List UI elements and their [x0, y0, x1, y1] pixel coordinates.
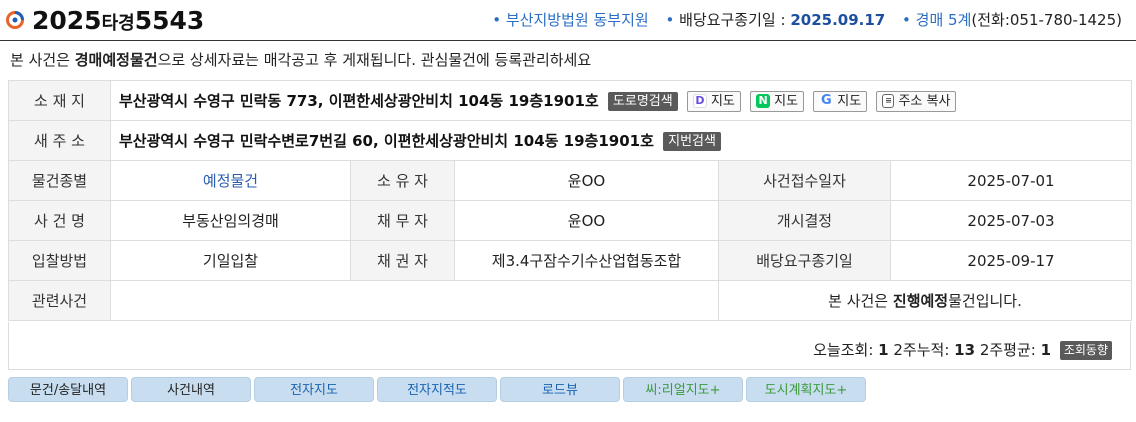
- header-info: • 부산지방법원 동부지원 • 배당요구종기일 : 2025.09.17 • 경…: [492, 11, 1122, 29]
- cell-value: 2025-07-03: [889, 200, 1133, 241]
- status-text: 본 사건은 진행예정물건입니다.: [717, 280, 1133, 321]
- bottom-tabs: 문건/송달내역 사건내역 전자지도 전자지적도 로드뷰 씨:리얼지도+ 도시계획…: [8, 377, 866, 402]
- address-row: 소 재 지 부산광역시 수영구 민락동 773, 이편한세상광안비치 104동 …: [8, 80, 1133, 121]
- copy-address-button[interactable]: ≡ 주소 복사: [876, 90, 957, 112]
- cell-value: 2025-07-01: [889, 160, 1133, 201]
- naver-map-button[interactable]: N 지도: [750, 90, 805, 112]
- cell-label: 배당요구종기일: [718, 240, 891, 281]
- table-row: 사 건 명 부동산임의경매 채 무 자 윤OO 개시결정 2025-07-03: [8, 200, 1133, 241]
- notice: 본 사건은 경매예정물건으로 상세자료는 매각공고 후 게재됩니다. 관심물건에…: [10, 51, 592, 69]
- cell-label: 입찰방법: [8, 240, 111, 281]
- phone: (전화:051-780-1425): [971, 11, 1122, 29]
- cell-value: 기일입찰: [110, 240, 351, 281]
- tab-road-view[interactable]: 로드뷰: [500, 377, 620, 402]
- naver-icon: N: [756, 94, 771, 108]
- cell-value: 윤OO: [454, 200, 719, 241]
- related-value: [110, 280, 719, 321]
- address-value: 부산광역시 수영구 민락동 773, 이편한세상광안비치 104동 19층190…: [119, 91, 599, 110]
- view-stats: 오늘조회: 1 2주누적: 13 2주평균: 1 조회동향: [813, 340, 1112, 360]
- view-trend-button[interactable]: 조회동향: [1059, 341, 1112, 360]
- table-row: 입찰방법 기일입찰 채 권 자 제3.4구잠수기수산업협동조합 배당요구종기일 …: [8, 240, 1133, 281]
- property-type-value: 예정물건: [110, 160, 351, 201]
- related-label: 관련사건: [8, 280, 111, 321]
- tab-case-history[interactable]: 사건내역: [131, 377, 251, 402]
- case-info-table: 소 재 지 부산광역시 수영구 민락동 773, 이편한세상광안비치 104동 …: [8, 80, 1133, 321]
- logo-icon: [6, 11, 24, 29]
- lot-search-button[interactable]: 지번검색: [663, 132, 721, 151]
- new-address-label: 새 주 소: [8, 120, 111, 161]
- deadline-date: 2025.09.17: [790, 11, 886, 29]
- tab-cadastral-map[interactable]: 전자지적도: [377, 377, 497, 402]
- cell-label: 사건접수일자: [718, 160, 891, 201]
- cell-label: 채 권 자: [350, 240, 455, 281]
- cell-label: 채 무 자: [350, 200, 455, 241]
- tab-real-map[interactable]: 씨:리얼지도+: [623, 377, 743, 402]
- related-row: 관련사건 본 사건은 진행예정물건입니다.: [8, 280, 1133, 321]
- daum-map-button[interactable]: D 지도: [686, 90, 741, 112]
- deadline-label: 배당요구종기일 :: [679, 11, 786, 29]
- tab-documents[interactable]: 문건/송달내역: [8, 377, 128, 402]
- google-icon: G: [819, 93, 834, 108]
- google-map-button[interactable]: G 지도: [813, 90, 868, 112]
- new-address-row: 새 주 소 부산광역시 수영구 민락수변로7번길 60, 이편한세상광안비치 1…: [8, 120, 1133, 161]
- tab-urban-plan-map[interactable]: 도시계획지도+: [746, 377, 866, 402]
- road-search-button[interactable]: 도로명검색: [607, 91, 678, 111]
- cell-label: 소 유 자: [350, 160, 455, 201]
- cell-label: 물건종별: [8, 160, 111, 201]
- address-label: 소 재 지: [8, 80, 111, 121]
- tab-e-map[interactable]: 전자지도: [254, 377, 374, 402]
- cell-label: 사 건 명: [8, 200, 111, 241]
- cell-value: 2025-09-17: [889, 240, 1133, 281]
- daum-icon: D: [692, 94, 707, 108]
- table-row: 물건종별 예정물건 소 유 자 윤OO 사건접수일자 2025-07-01: [8, 160, 1133, 201]
- new-address-value: 부산광역시 수영구 민락수변로7번길 60, 이편한세상광안비치 104동 19…: [119, 132, 654, 150]
- case-number: 2025타경5543: [32, 6, 205, 35]
- cell-value: 제3.4구잠수기수산업협동조합: [454, 240, 719, 281]
- header: 2025타경5543 • 부산지방법원 동부지원 • 배당요구종기일 : 202…: [0, 0, 1136, 41]
- cell-value: 윤OO: [454, 160, 719, 201]
- copy-icon: ≡: [882, 94, 895, 108]
- cell-label: 개시결정: [718, 200, 891, 241]
- court-link[interactable]: 부산지방법원 동부지원: [506, 11, 649, 29]
- cell-value: 부동산임의경매: [110, 200, 351, 241]
- dept-link[interactable]: 경매 5계: [916, 11, 972, 29]
